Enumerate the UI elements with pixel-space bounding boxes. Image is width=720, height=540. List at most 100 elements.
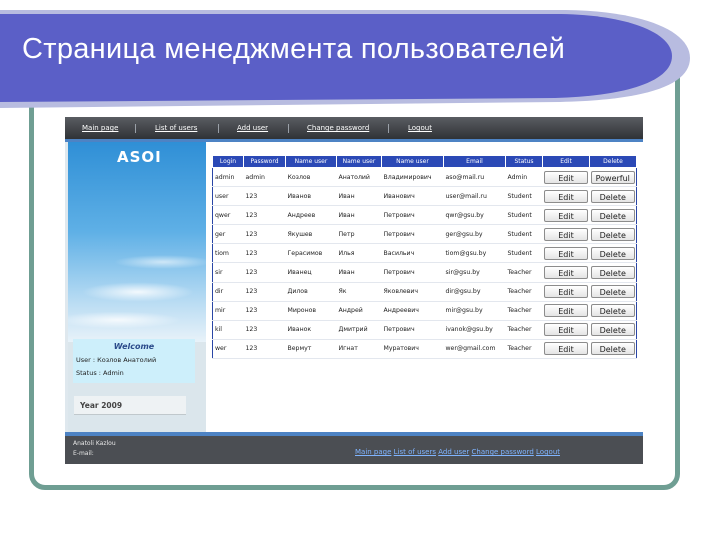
footer-link-change-password[interactable]: Change password bbox=[472, 448, 534, 456]
edit-button[interactable]: Edit bbox=[544, 246, 588, 260]
nav-separator bbox=[388, 124, 389, 133]
delete-button-cell: Delete bbox=[589, 224, 637, 245]
cell-last-name: Иванов bbox=[285, 186, 337, 207]
nav-add-user[interactable]: Add user bbox=[237, 124, 268, 132]
footer-link-add-user[interactable]: Add user bbox=[438, 448, 469, 456]
cell-email: qwr@gsu.by bbox=[443, 205, 506, 226]
delete-button-cell: Delete bbox=[589, 243, 637, 264]
sky-banner-image bbox=[68, 142, 206, 342]
cell-login: admin bbox=[212, 167, 244, 188]
sidebar: ASOI bbox=[65, 142, 206, 432]
cell-password: 123 bbox=[243, 243, 286, 264]
footer-link-list-of-users[interactable]: List of users bbox=[394, 448, 436, 456]
nav-logout[interactable]: Logout bbox=[408, 124, 432, 132]
cell-password: 123 bbox=[243, 186, 286, 207]
cell-status: Admin bbox=[505, 167, 543, 188]
cell-first-name: Петр bbox=[336, 224, 382, 245]
delete-button-cell: Delete bbox=[589, 186, 637, 207]
cell-email: mir@gsu.by bbox=[443, 301, 506, 321]
column-header-middle-name: Name user bbox=[381, 155, 444, 168]
slide-title: Страница менеджмента пользователей bbox=[22, 33, 566, 65]
cell-first-name: Иван bbox=[336, 262, 382, 283]
edit-button-cell: Edit bbox=[542, 243, 590, 264]
cell-password: 123 bbox=[243, 262, 286, 283]
cell-login: dir bbox=[212, 282, 244, 302]
delete-button[interactable]: Delete bbox=[590, 285, 635, 299]
cell-first-name: Як bbox=[336, 282, 382, 302]
column-header-last-name: Name user bbox=[285, 155, 337, 168]
table-row: sir 123 Иванец Иван Петрович sir@gsu.by Teache… bbox=[212, 262, 637, 283]
table-row: mir 123 Миронов Андрей Андреевич mir@gsu.by Te… bbox=[212, 301, 637, 321]
nav-separator bbox=[288, 124, 289, 133]
edit-button-cell: Edit bbox=[542, 301, 590, 321]
nav-list-of-users[interactable]: List of users bbox=[155, 124, 197, 132]
welcome-title: Welcome bbox=[113, 342, 155, 351]
delete-button-cell: Delete bbox=[589, 282, 637, 302]
year-box: Year 2009 bbox=[74, 396, 186, 415]
cell-password: 123 bbox=[243, 320, 286, 340]
delete-button[interactable]: Delete bbox=[590, 227, 635, 241]
delete-button[interactable]: Delete bbox=[590, 208, 635, 222]
cell-email: user@mail.ru bbox=[443, 186, 506, 207]
edit-button[interactable]: Edit bbox=[544, 227, 588, 241]
edit-button[interactable]: Edit bbox=[544, 208, 588, 222]
edit-button[interactable]: Edit bbox=[544, 304, 588, 318]
edit-button[interactable]: Edit bbox=[544, 189, 588, 203]
table-row: kil 123 Иванок Дмитрий Петрович ivanok@gsu.by… bbox=[212, 320, 637, 340]
cell-password: 123 bbox=[243, 205, 286, 226]
cell-last-name: Вермут bbox=[285, 339, 337, 360]
table-row: dir 123 Дилов Як Яковлевич dir@gsu.by Teacher E… bbox=[212, 282, 637, 302]
delete-button[interactable]: Delete bbox=[590, 266, 635, 280]
column-header-login: Login bbox=[212, 155, 244, 168]
cell-last-name: Дилов bbox=[285, 282, 337, 302]
table-row: wer 123 Вермут Игнат Муратович wer@gmail.com T… bbox=[212, 339, 637, 360]
edit-button[interactable]: Edit bbox=[544, 323, 588, 337]
footer-link-main-page[interactable]: Main page bbox=[355, 448, 391, 456]
delete-button[interactable]: Powerful bbox=[590, 170, 635, 184]
nav-change-password[interactable]: Change password bbox=[307, 124, 369, 132]
column-header-first-name: Name user bbox=[336, 155, 382, 168]
edit-button-cell: Edit bbox=[542, 186, 590, 207]
cell-status: Teacher bbox=[505, 320, 543, 340]
cell-last-name: Якушев bbox=[285, 224, 337, 245]
delete-button-cell: Delete bbox=[589, 262, 637, 283]
cell-last-name: Миронов bbox=[285, 301, 337, 321]
delete-button[interactable]: Delete bbox=[590, 246, 635, 260]
edit-button[interactable]: Edit bbox=[544, 342, 588, 356]
cell-last-name: Иванок bbox=[285, 320, 337, 340]
footer-link-logout[interactable]: Logout bbox=[536, 448, 560, 456]
cell-status: Student bbox=[505, 243, 543, 264]
cell-email: sir@gsu.by bbox=[443, 262, 506, 283]
cell-status: Teacher bbox=[505, 339, 543, 360]
cell-password: 123 bbox=[243, 339, 286, 360]
delete-button[interactable]: Delete bbox=[590, 304, 635, 318]
cell-last-name: Козлов bbox=[285, 167, 337, 188]
edit-button[interactable]: Edit bbox=[544, 170, 588, 184]
cell-first-name: Иван bbox=[336, 186, 382, 207]
delete-button[interactable]: Delete bbox=[590, 323, 635, 337]
delete-button-cell: Delete bbox=[589, 205, 637, 226]
edit-button-cell: Edit bbox=[542, 320, 590, 340]
delete-button[interactable]: Delete bbox=[590, 342, 635, 356]
cell-middle-name: Васильич bbox=[381, 243, 444, 264]
nav-main-page[interactable]: Main page bbox=[82, 124, 118, 132]
delete-button-cell: Delete bbox=[589, 320, 637, 340]
cell-email: dir@gsu.by bbox=[443, 282, 506, 302]
top-navigation: Main page List of users Add user Change … bbox=[65, 117, 643, 142]
nav-separator bbox=[218, 124, 219, 133]
column-header-delete: Delete bbox=[589, 155, 637, 168]
edit-button-cell: Edit bbox=[542, 339, 590, 360]
edit-button[interactable]: Edit bbox=[544, 266, 588, 280]
footer-author: Anatoli Kazlou bbox=[73, 440, 116, 447]
delete-button[interactable]: Delete bbox=[590, 189, 635, 203]
cell-middle-name: Андреевич bbox=[381, 301, 444, 321]
table-row: ger 123 Якушев Петр Петрович ger@gsu.by Studen… bbox=[212, 224, 637, 245]
edit-button[interactable]: Edit bbox=[544, 285, 588, 299]
cell-password: 123 bbox=[243, 282, 286, 302]
edit-button-cell: Edit bbox=[542, 282, 590, 302]
column-header-edit: Edit bbox=[542, 155, 590, 168]
cell-login: sir bbox=[212, 262, 244, 283]
table-row: user 123 Иванов Иван Иванович user@mail.ru Stu… bbox=[212, 186, 637, 207]
cell-first-name: Дмитрий bbox=[336, 320, 382, 340]
cell-password: admin bbox=[243, 167, 286, 188]
